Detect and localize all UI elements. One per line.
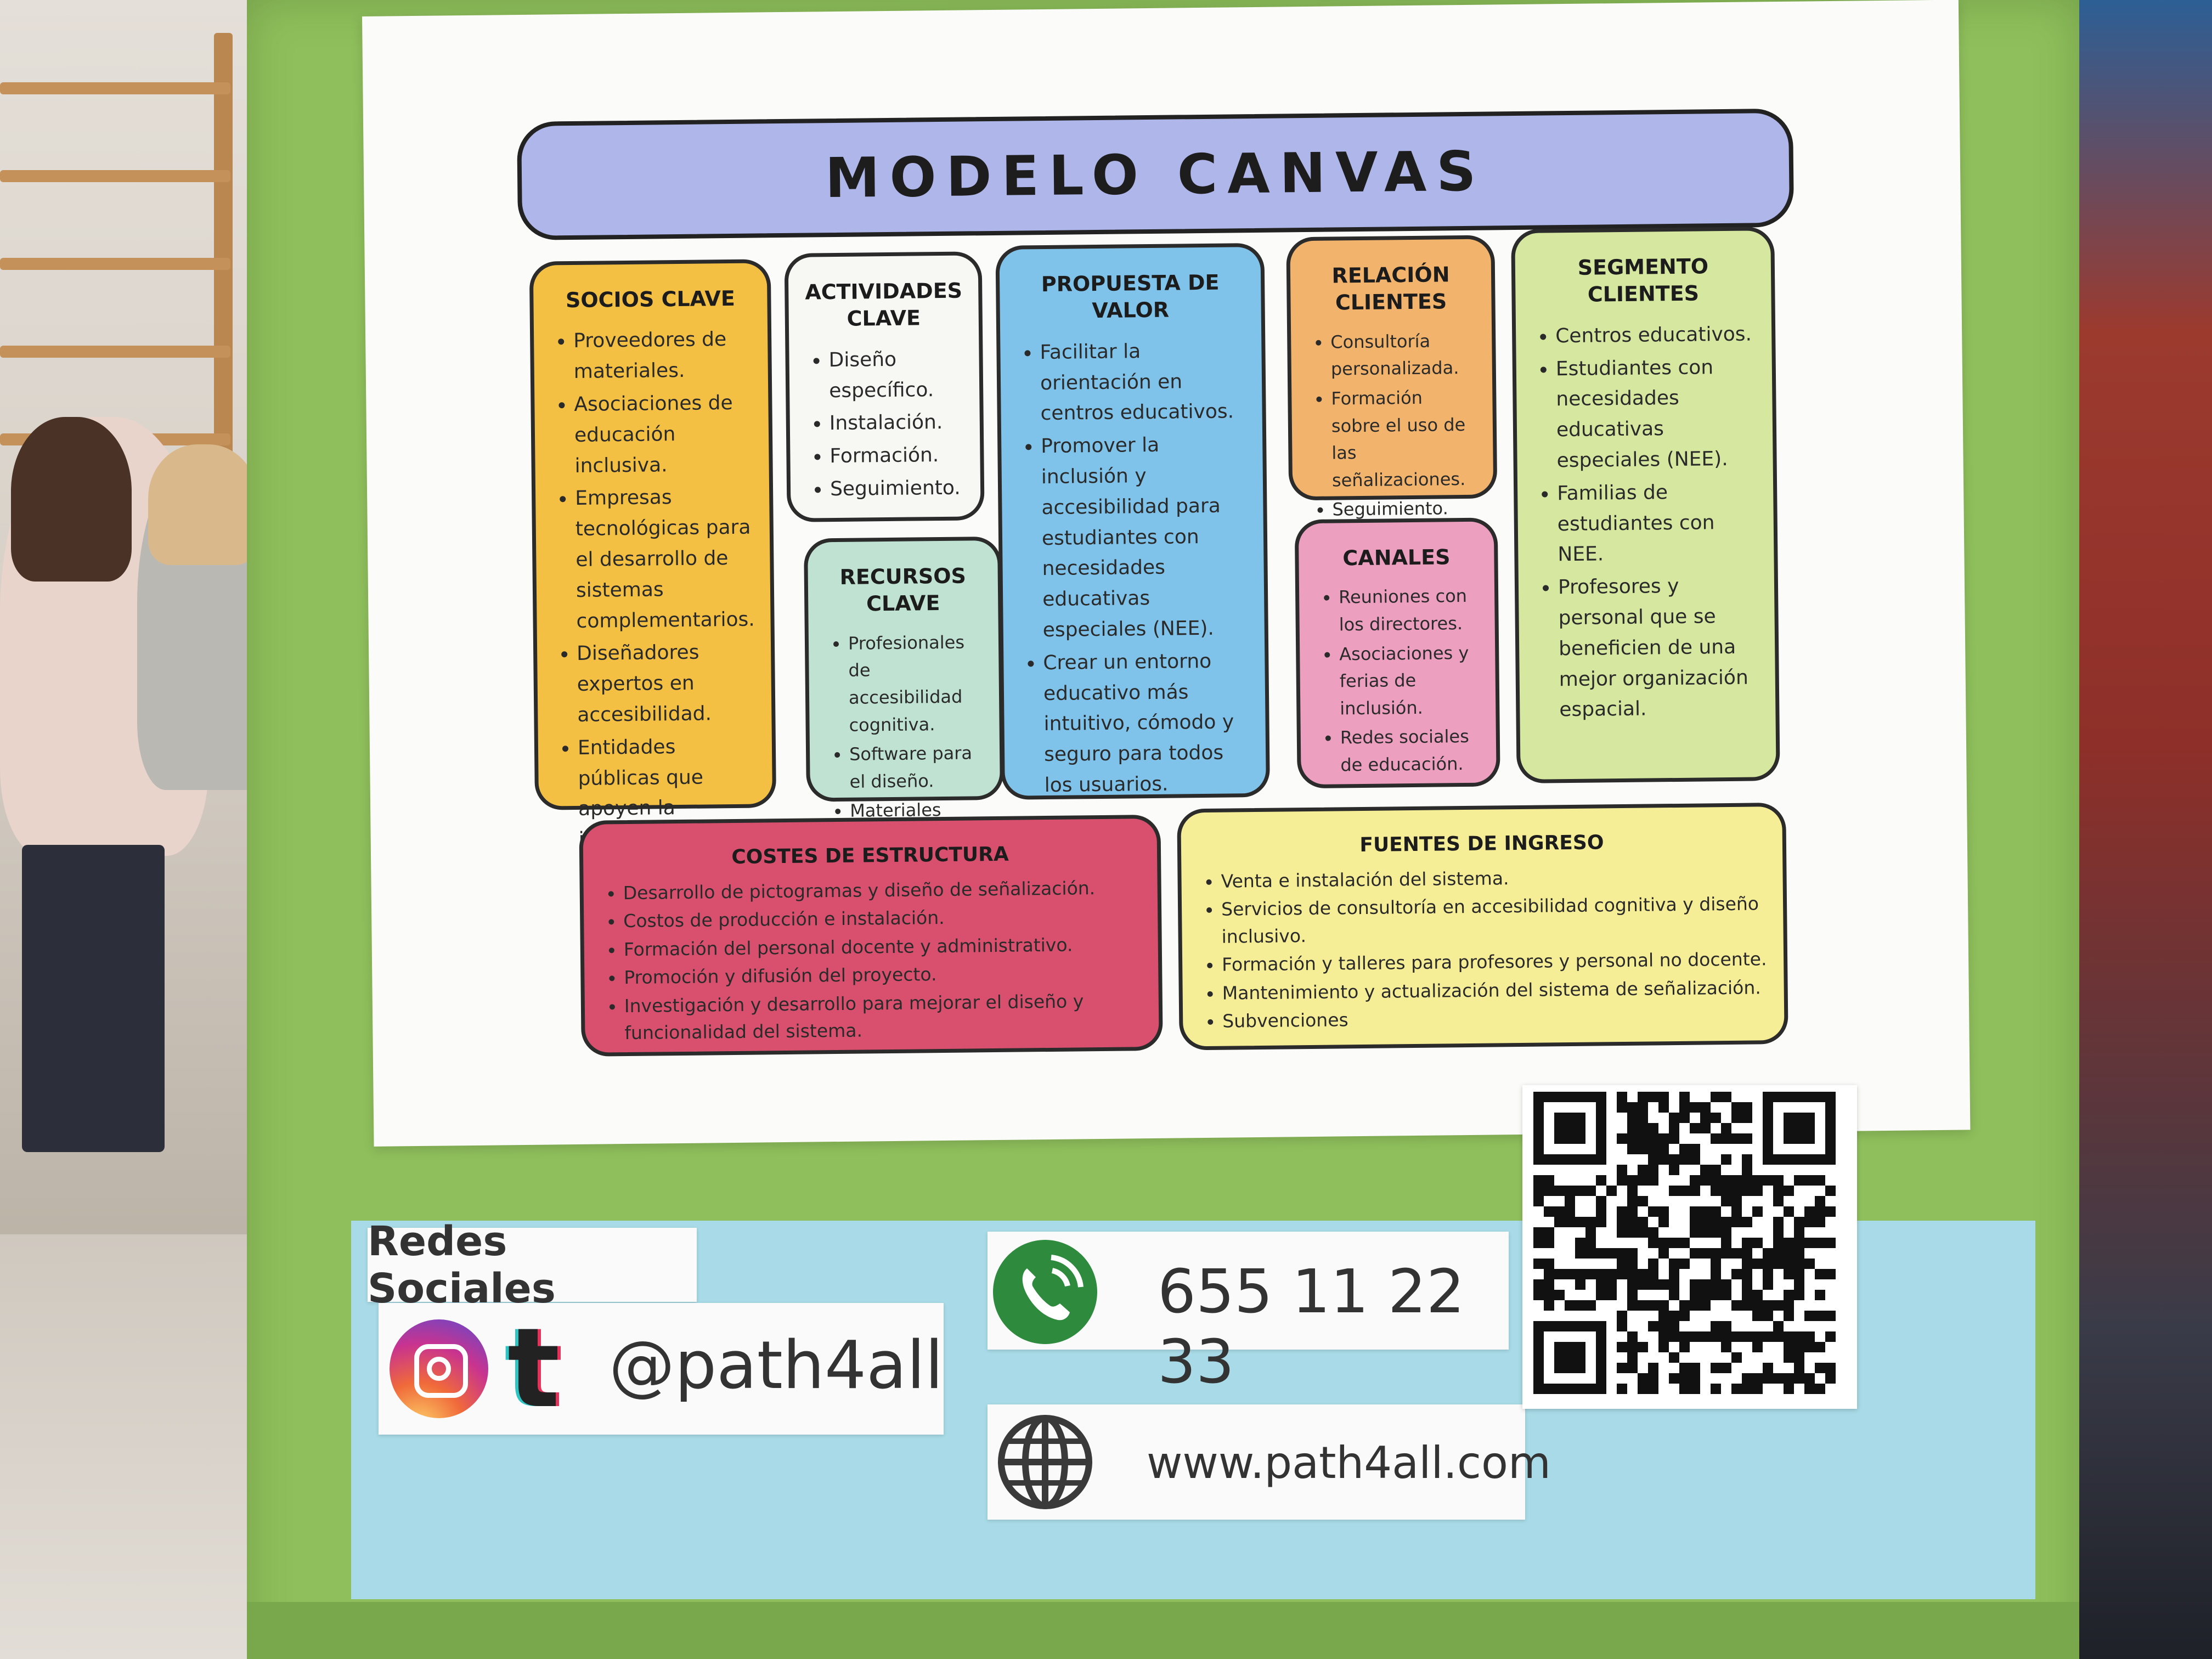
card-heading: SEGMENTO CLIENTES <box>1577 254 1709 307</box>
card-heading: RECURSOS CLAVE <box>839 563 967 616</box>
tumblr-icon: t <box>507 1305 560 1432</box>
card-list: Desarrollo de pictogramas y diseño de se… <box>600 874 1142 1047</box>
card-list-item: Desarrollo de pictogramas y diseño de se… <box>623 874 1141 906</box>
card-list-item: Facilitar la orientación en centros educ… <box>1040 335 1246 429</box>
background-person-hair <box>11 417 132 582</box>
card-list-item: Proveedores de materiales. <box>573 324 752 387</box>
card-list-item: Formación y talleres para profesores y p… <box>1222 946 1767 979</box>
card-segmento-clientes: SEGMENTO CLIENTES Centros educativos.Est… <box>1511 227 1780 784</box>
card-list-item: Reuniones con los directores. <box>1339 583 1479 639</box>
globe-icon <box>996 1413 1094 1511</box>
card-heading: FUENTES DE INGRESO <box>1359 831 1604 857</box>
social-handle: @path4all <box>609 1328 944 1404</box>
card-list-item: Instalación. <box>830 407 964 439</box>
card-costes-estructura: COSTES DE ESTRUCTURA Desarrollo de picto… <box>579 814 1163 1057</box>
card-list-item: Consultoría personalizada. <box>1330 328 1476 383</box>
card-list-item: Crear un entorno educativo más intuitivo… <box>1043 646 1250 801</box>
card-propuesta-valor: PROPUESTA DE VALOR Facilitar la orientac… <box>995 242 1270 801</box>
card-list-item: Servicios de consultoría en accesibilida… <box>1221 890 1767 950</box>
card-list: Proveedores de materiales.Asociaciones d… <box>550 324 757 886</box>
card-list-item: Venta e instalación del sistema. <box>1221 862 1766 895</box>
card-list: Reuniones con los directores.Asociacione… <box>1316 583 1480 779</box>
card-heading: CANALES <box>1342 545 1451 571</box>
phone-icon <box>993 1240 1097 1344</box>
card-heading: RELACIÓN CLIENTES <box>1331 262 1450 315</box>
website-label: www.path4all.com <box>988 1404 1551 1520</box>
poster-title: MODELO CANVAS <box>517 108 1795 241</box>
card-list: Diseño específico.Instalación.Formación.… <box>805 343 964 505</box>
card-recursos-clave: RECURSOS CLAVE Profesionales de accesibi… <box>804 536 1005 849</box>
card-heading: PROPUESTA DE VALOR <box>1041 270 1220 323</box>
social-label: Redes Sociales <box>368 1218 697 1312</box>
card-list-item: Promover la inclusión y accesibilidad pa… <box>1041 429 1248 645</box>
website-url: www.path4all.com <box>1147 1437 1551 1488</box>
card-list-item: Software para el diseño. <box>849 740 984 795</box>
social-handle-label: t @path4all <box>379 1303 944 1435</box>
qr-code[interactable] <box>1522 1085 1857 1409</box>
card-list-item: Empresas tecnológicas para el desarrollo… <box>575 482 755 636</box>
background-person-2-hair <box>148 444 258 565</box>
card-list-item: Promoción y difusión del proyecto. <box>624 959 1142 991</box>
card-heading: ACTIVIDADES CLAVE <box>805 278 963 331</box>
card-list-item: Costos de producción e instalación. <box>623 902 1141 935</box>
card-actividades-clave: ACTIVIDADES CLAVE Diseño específico.Inst… <box>784 251 985 522</box>
card-list: Facilitar la orientación en centros educ… <box>1017 335 1250 801</box>
canvas-poster: MODELO CANVAS SOCIOS CLAVE Proveedores d… <box>362 0 1971 1147</box>
phone-label: 655 11 22 33 <box>988 1232 1509 1397</box>
card-list-item: Subvenciones <box>1222 1002 1768 1035</box>
card-list-item: Familias de estudiantes con NEE. <box>1557 476 1758 570</box>
card-list-item: Seguimiento. <box>830 473 964 505</box>
card-list: Consultoría personalizada.Formación sobr… <box>1307 328 1477 524</box>
card-list-item: Mantenimiento y actualización del sistem… <box>1222 974 1767 1007</box>
card-canales: CANALES Reuniones con los directores.Aso… <box>1294 517 1500 789</box>
card-heading: COSTES DE ESTRUCTURA <box>731 843 1009 869</box>
card-list-item: Diseñadores expertos en accesibilidad. <box>577 637 755 731</box>
card-socios-clave: SOCIOS CLAVE Proveedores de materiales.A… <box>529 259 777 882</box>
background-person-legs <box>22 845 165 1152</box>
card-list-item: Investigación y desarrollo para mejorar … <box>624 987 1143 1047</box>
card-list-item: Formación. <box>830 440 964 472</box>
card-relacion-clientes: RELACIÓN CLIENTES Consultoría personaliz… <box>1286 235 1498 520</box>
card-list-item: Formación sobre el uso de las señalizaci… <box>1331 384 1477 494</box>
instagram-icon <box>390 1319 488 1418</box>
card-list: Centros educativos.Estudiantes con neces… <box>1532 319 1759 726</box>
card-list-item: Diseño específico. <box>828 343 963 406</box>
green-box-bottom <box>247 1602 2079 1659</box>
card-list-item: Profesionales de accesibilidad cognitiva… <box>848 629 983 739</box>
card-list-item: Centros educativos. <box>1555 319 1756 352</box>
card-list-item: Redes sociales de educación. <box>1340 723 1480 779</box>
card-list-item: Asociaciones y ferias de inclusión. <box>1339 639 1480 722</box>
card-list: Venta e instalación del sistema.Servicio… <box>1198 862 1768 1035</box>
card-list-item: Asociaciones de educación inclusiva. <box>574 388 753 482</box>
card-list-item: Profesores y personal que se beneficien … <box>1558 571 1759 726</box>
card-list-item: Estudiantes con necesidades educativas e… <box>1556 352 1757 476</box>
card-fuentes-ingreso: FUENTES DE INGRESO Venta e instalación d… <box>1177 802 1788 1051</box>
card-list-item: Formación del personal docente y adminis… <box>624 930 1142 963</box>
card-heading: SOCIOS CLAVE <box>565 286 736 313</box>
phone-number: 655 11 22 33 <box>1158 1256 1465 1397</box>
